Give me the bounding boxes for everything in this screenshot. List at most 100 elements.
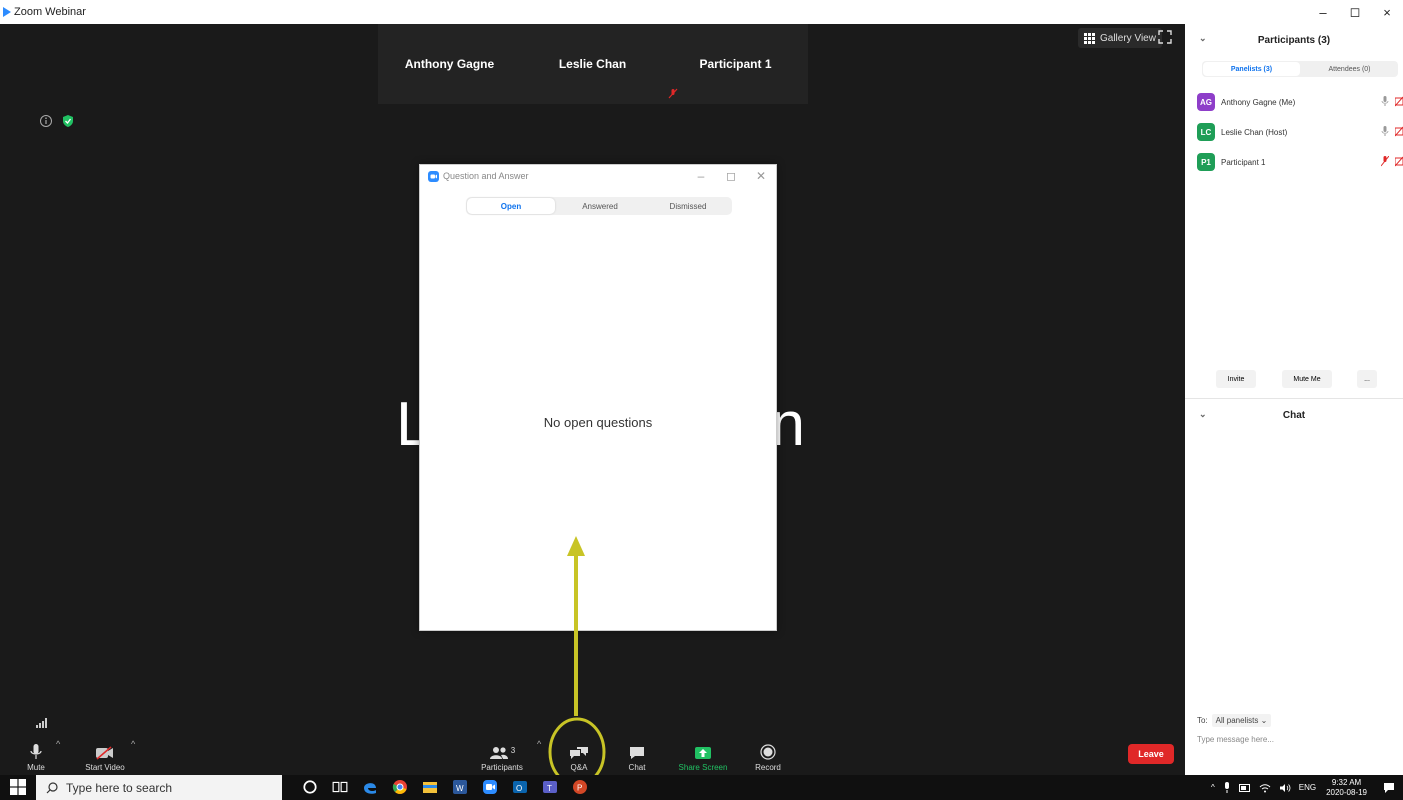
qa-button[interactable]: Q&A <box>549 736 609 775</box>
share-screen-button[interactable]: Share Screen <box>673 736 733 775</box>
window-controls: – ◻ × <box>1307 0 1403 24</box>
qa-close-button[interactable]: ✕ <box>746 165 776 187</box>
participants-panel: ⌄ Participants (3) Panelists (3) Attende… <box>1185 24 1403 775</box>
video-off-icon[interactable] <box>1395 96 1403 107</box>
chat-recipient-row: To: All panelists ⌄ <box>1197 714 1272 727</box>
chat-panel-header: ⌄ Chat <box>1185 404 1403 426</box>
panelist-row[interactable]: P1 Participant 1 <box>1197 152 1403 172</box>
participants-button[interactable]: 3 Participants <box>472 736 532 775</box>
participants-options-chevron-icon[interactable]: ^ <box>537 739 541 749</box>
task-view-icon[interactable] <box>332 779 348 795</box>
chat-to-label: To: <box>1197 716 1208 725</box>
video-off-icon <box>96 746 113 760</box>
gallery-view-button[interactable]: Gallery View <box>1078 28 1162 48</box>
title-bar: Zoom Webinar – ◻ × <box>0 0 1403 24</box>
maximize-button[interactable]: ◻ <box>1339 0 1371 24</box>
avatar: AG <box>1197 93 1215 111</box>
qa-minimize-button[interactable]: – <box>686 165 716 187</box>
mute-me-button[interactable]: Mute Me <box>1282 370 1332 388</box>
meeting-info-icons <box>39 114 75 128</box>
qa-maximize-button[interactable]: ◻ <box>716 165 746 187</box>
minimize-button[interactable]: – <box>1307 0 1339 24</box>
clock-date: 2020-08-19 <box>1326 787 1367 797</box>
panelist-row[interactable]: AG Anthony Gagne (Me) <box>1197 92 1403 112</box>
svg-text:P: P <box>577 784 582 793</box>
leave-button[interactable]: Leave <box>1128 744 1174 764</box>
notifications-icon[interactable] <box>1383 782 1395 794</box>
chat-message-input[interactable]: Type message here... <box>1197 735 1274 744</box>
qa-dialog: Question and Answer – ◻ ✕ Open Answered … <box>419 164 777 631</box>
tab-attendees[interactable]: Attendees (0) <box>1301 61 1398 77</box>
teams-icon[interactable]: T <box>542 779 558 795</box>
encryption-shield-icon[interactable] <box>61 114 75 128</box>
gallery-view-label: Gallery View <box>1100 32 1156 44</box>
taskbar-clock[interactable]: 9:32 AM 2020-08-19 <box>1326 778 1367 798</box>
network-signal-icon[interactable] <box>36 718 48 728</box>
qa-empty-message: No open questions <box>543 415 653 430</box>
word-icon[interactable]: W <box>452 779 468 795</box>
chrome-icon[interactable] <box>392 779 408 795</box>
cortana-icon[interactable] <box>302 779 318 795</box>
chat-button[interactable]: Chat <box>607 736 667 775</box>
mic-muted-icon <box>668 88 678 99</box>
chat-recipient-dropdown[interactable]: All panelists ⌄ <box>1211 714 1272 727</box>
share-screen-label: Share Screen <box>678 763 728 772</box>
panelist-status-icons <box>1381 156 1403 167</box>
record-icon <box>760 744 776 760</box>
volume-icon[interactable] <box>1279 783 1291 793</box>
start-video-button[interactable]: Start Video <box>75 736 135 775</box>
tab-panelists[interactable]: Panelists (3) <box>1203 62 1300 76</box>
video-thumbnail-strip: Anthony Gagne Leslie Chan Participant 1 <box>378 24 808 104</box>
record-button[interactable]: Record <box>738 736 798 775</box>
tab-dismissed[interactable]: Dismissed <box>644 197 732 215</box>
participants-count: 3 <box>510 746 516 755</box>
wifi-icon[interactable] <box>1259 783 1271 793</box>
qa-window-controls: – ◻ ✕ <box>686 165 776 187</box>
video-off-icon[interactable] <box>1395 126 1403 137</box>
more-options-button[interactable]: ... <box>1357 370 1377 388</box>
windows-taskbar: Type here to search W O T P ^ ENG 9:32 A… <box>0 775 1403 800</box>
qa-title-bar[interactable]: Question and Answer – ◻ ✕ <box>420 165 776 187</box>
window-title: Zoom Webinar <box>14 6 86 18</box>
audio-options-chevron-icon[interactable]: ^ <box>56 739 60 749</box>
invite-button[interactable]: Invite <box>1216 370 1256 388</box>
thumbnail-name: Leslie Chan <box>558 57 627 71</box>
edge-browser-icon[interactable] <box>362 779 378 795</box>
video-options-chevron-icon[interactable]: ^ <box>131 739 135 749</box>
battery-icon[interactable] <box>1238 783 1251 792</box>
panelist-row[interactable]: LC Leslie Chan (Host) <box>1197 122 1403 142</box>
participants-panel-title: Participants (3) <box>1257 34 1331 46</box>
tab-answered[interactable]: Answered <box>556 197 644 215</box>
microphone-tray-icon[interactable] <box>1223 781 1231 794</box>
powerpoint-icon[interactable]: P <box>572 779 588 795</box>
fullscreen-icon[interactable] <box>1158 30 1172 44</box>
microphone-icon[interactable] <box>1381 96 1389 107</box>
info-icon[interactable] <box>39 114 53 128</box>
video-thumbnail[interactable]: Leslie Chan <box>521 24 664 104</box>
collapse-chevron-icon[interactable]: ⌄ <box>1199 33 1207 44</box>
video-off-icon[interactable] <box>1395 156 1403 167</box>
participants-tab-bar: Panelists (3) Attendees (0) <box>1202 61 1398 77</box>
file-explorer-icon[interactable] <box>422 779 438 795</box>
show-hidden-icons-chevron-icon[interactable]: ^ <box>1211 783 1215 792</box>
qa-icon <box>570 747 588 759</box>
close-button[interactable]: × <box>1371 0 1403 24</box>
grid-icon <box>1084 32 1095 44</box>
taskbar-search-box[interactable]: Type here to search <box>36 775 282 800</box>
zoom-logo-icon <box>3 7 11 17</box>
video-thumbnail[interactable]: Anthony Gagne <box>378 24 521 104</box>
windows-start-icon[interactable] <box>10 779 26 795</box>
mic-muted-icon[interactable] <box>1381 156 1389 167</box>
language-indicator[interactable]: ENG <box>1299 783 1316 792</box>
collapse-chevron-icon[interactable]: ⌄ <box>1199 409 1207 420</box>
microphone-icon[interactable] <box>1381 126 1389 137</box>
tab-open[interactable]: Open <box>467 198 555 214</box>
zoom-taskbar-icon[interactable] <box>482 779 498 795</box>
zoom-app-icon <box>428 170 439 182</box>
participants-label: Participants <box>481 763 523 772</box>
thumbnail-name: Participant 1 <box>699 57 772 71</box>
video-thumbnail[interactable]: Participant 1 <box>664 24 807 104</box>
outlook-icon[interactable]: O <box>512 779 528 795</box>
panelist-name: Anthony Gagne (Me) <box>1221 97 1296 107</box>
panelist-name: Participant 1 <box>1221 157 1266 167</box>
